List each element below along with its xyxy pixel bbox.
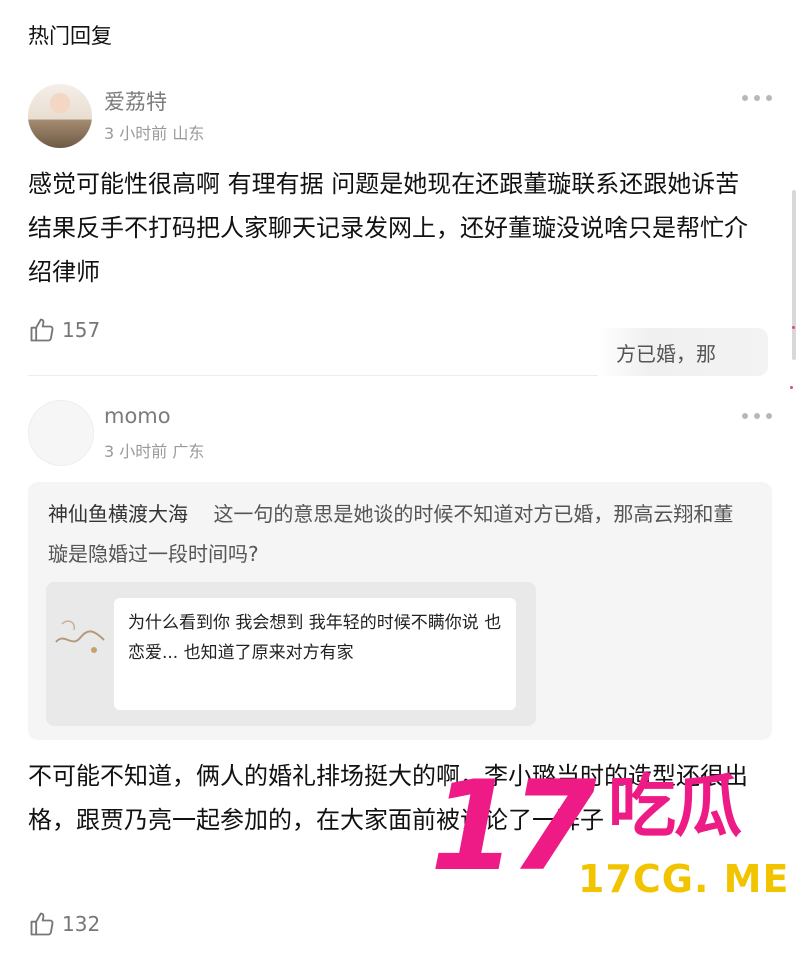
- like-count: 132: [62, 912, 101, 936]
- decor-dot: [790, 386, 793, 389]
- comment-location: 广东: [172, 442, 205, 461]
- quote-username[interactable]: 神仙鱼横渡大海: [48, 502, 188, 526]
- watermark-url: 17CG. ME: [578, 857, 790, 901]
- username[interactable]: 爱荔特: [104, 86, 167, 116]
- divider: [28, 375, 598, 376]
- like-count: 157: [62, 318, 101, 342]
- section-title: 热门回复: [28, 24, 112, 48]
- comment-time: 3 小时前: [104, 442, 168, 461]
- like-button[interactable]: 132: [28, 910, 100, 938]
- comment-meta: 3 小时前 广东: [104, 438, 204, 462]
- username[interactable]: momo: [104, 404, 171, 428]
- comment-meta: 3 小时前 山东: [104, 120, 204, 144]
- quoted-image[interactable]: 为什么看到你 我会想到 我年轻的时候不瞒你说 也恋爱... 也知道了原来对方有家: [46, 582, 536, 726]
- overlay-snippet: 方已婚，那: [598, 328, 768, 376]
- comment-body: 感觉可能性很高啊 有理有据 问题是她现在还跟董璇联系还跟她诉苦 结果反手不打码把…: [28, 170, 748, 286]
- avatar[interactable]: [28, 84, 92, 148]
- quote-text: 神仙鱼横渡大海 这一句的意思是她谈的时候不知道对方已婚，那高云翔和董璇是隐婚过一…: [48, 494, 748, 574]
- like-button[interactable]: 157: [28, 316, 100, 344]
- thumbs-up-icon: [30, 318, 54, 342]
- thumbs-up-icon: [30, 912, 54, 936]
- more-dots-icon[interactable]: [742, 412, 772, 420]
- comment-time: 3 小时前: [104, 124, 168, 143]
- quoted-reply[interactable]: 神仙鱼横渡大海 这一句的意思是她谈的时候不知道对方已婚，那高云翔和董璇是隐婚过一…: [28, 482, 772, 740]
- watermark-logo: 17 吃瓜 17CG. ME: [430, 762, 790, 916]
- chat-message: 为什么看到你 我会想到 我年轻的时候不瞒你说 也恋爱... 也知道了原来对方有家: [114, 598, 516, 710]
- avatar[interactable]: [28, 400, 94, 466]
- watermark-chars: 吃瓜: [608, 768, 742, 847]
- sketch-image: [55, 620, 105, 653]
- comment-location: 山东: [172, 124, 205, 143]
- watermark-number: 17: [430, 755, 597, 899]
- decor-dot: [792, 326, 795, 329]
- scrollbar[interactable]: [792, 190, 796, 360]
- more-dots-icon[interactable]: [742, 94, 772, 102]
